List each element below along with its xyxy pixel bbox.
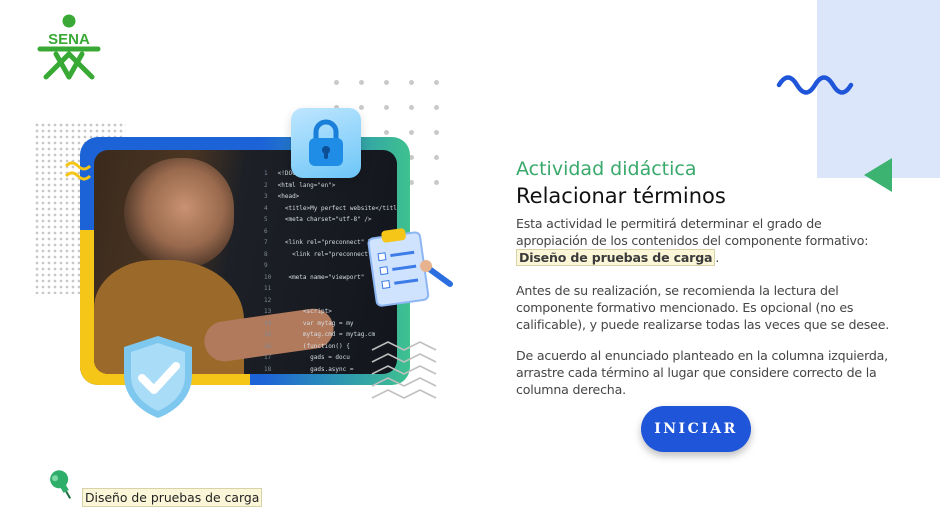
code-line: 15 mytag.cmd = mytag.cm bbox=[264, 329, 397, 341]
sena-logo: SENA bbox=[37, 14, 101, 80]
code-line: 14 var mytag = my bbox=[264, 318, 397, 330]
code-line-text: gads.async = bbox=[281, 365, 354, 373]
code-line-number: 17 bbox=[264, 354, 272, 361]
code-line-number: 10 bbox=[264, 273, 272, 281]
grid-dot bbox=[409, 105, 414, 110]
start-button[interactable]: INICIAR bbox=[641, 406, 751, 452]
code-line-number: 11 bbox=[264, 285, 272, 292]
code-line-text: <link rel="preconnect" bbox=[277, 250, 372, 258]
code-line-number: 3 bbox=[264, 193, 268, 200]
code-line-number: 18 bbox=[264, 365, 272, 373]
triangle-decoration bbox=[864, 158, 892, 192]
pin-icon bbox=[50, 470, 71, 499]
person-head bbox=[124, 158, 234, 268]
grid-dot bbox=[434, 180, 439, 185]
code-line-text: <html lang="en"> bbox=[277, 181, 336, 189]
code-line-text: (function() { bbox=[281, 342, 350, 350]
small-wave-decoration bbox=[64, 161, 92, 181]
code-line: 3 <head> bbox=[264, 191, 397, 203]
grid-dot bbox=[434, 105, 439, 110]
footer-topic-label: Diseño de pruebas de carga bbox=[82, 488, 263, 507]
code-line: 2 <html lang="en"> bbox=[264, 180, 397, 192]
code-line: 4 <title>My perfect website</title> bbox=[264, 203, 397, 215]
component-highlight: Diseño de pruebas de carga bbox=[516, 248, 716, 266]
code-line-number: 7 bbox=[264, 239, 268, 246]
code-line-text: gads = docu bbox=[281, 354, 350, 361]
code-line-number: 4 bbox=[264, 204, 268, 212]
description-text-end: . bbox=[715, 249, 720, 265]
code-line-text: <head> bbox=[277, 193, 300, 200]
wave-decoration bbox=[776, 75, 854, 95]
svg-text:SENA: SENA bbox=[48, 31, 90, 48]
code-line-number: 1 bbox=[264, 170, 268, 177]
description-paragraph-2: Antes de su realización, se recomienda l… bbox=[516, 283, 890, 332]
grid-dot bbox=[409, 80, 414, 85]
code-line-number: 9 bbox=[264, 262, 268, 269]
lock-icon bbox=[309, 119, 343, 166]
code-line-text: <script> bbox=[281, 308, 332, 315]
code-line-number: 16 bbox=[264, 342, 272, 350]
grid-dot bbox=[409, 130, 414, 135]
code-line-number: 12 bbox=[264, 296, 272, 304]
grid-dot bbox=[434, 130, 439, 135]
code-line-number: 5 bbox=[264, 216, 268, 223]
grid-dot bbox=[334, 80, 339, 85]
shield-check-icon bbox=[124, 336, 192, 418]
grid-dot bbox=[434, 155, 439, 160]
grid-dot bbox=[434, 80, 439, 85]
grid-dot bbox=[384, 130, 389, 135]
code-line-text: mytag.cmd = mytag.cm bbox=[281, 331, 376, 338]
code-line-number: 8 bbox=[264, 250, 268, 258]
grid-dot bbox=[384, 105, 389, 110]
code-line-text: <title>My perfect website</title> bbox=[277, 204, 397, 212]
code-line-number: 15 bbox=[264, 331, 272, 338]
grid-dot bbox=[359, 80, 364, 85]
code-line-number: 2 bbox=[264, 181, 268, 189]
code-line-number: 13 bbox=[264, 308, 272, 315]
clipboard-icon bbox=[367, 228, 453, 307]
activity-label: Actividad didáctica bbox=[516, 158, 697, 180]
code-line-text: var mytag = my bbox=[281, 319, 354, 327]
chevron-decoration bbox=[371, 341, 437, 399]
description-paragraph-3: De acuerdo al enunciado planteado en la … bbox=[516, 348, 888, 397]
code-line-number: 14 bbox=[264, 319, 272, 327]
grid-dot bbox=[384, 80, 389, 85]
code-line-text: <meta charset="utf-8" /> bbox=[277, 216, 372, 223]
description-paragraph-1: Esta actividad le permitirá determinar e… bbox=[516, 216, 896, 266]
activity-title: Relacionar términos bbox=[516, 184, 726, 208]
code-line-text: <meta name="viewport" bbox=[281, 273, 365, 281]
description-text: Esta actividad le permitirá determinar e… bbox=[516, 216, 869, 248]
lock-card bbox=[291, 108, 361, 178]
code-line-number: 6 bbox=[264, 227, 268, 235]
